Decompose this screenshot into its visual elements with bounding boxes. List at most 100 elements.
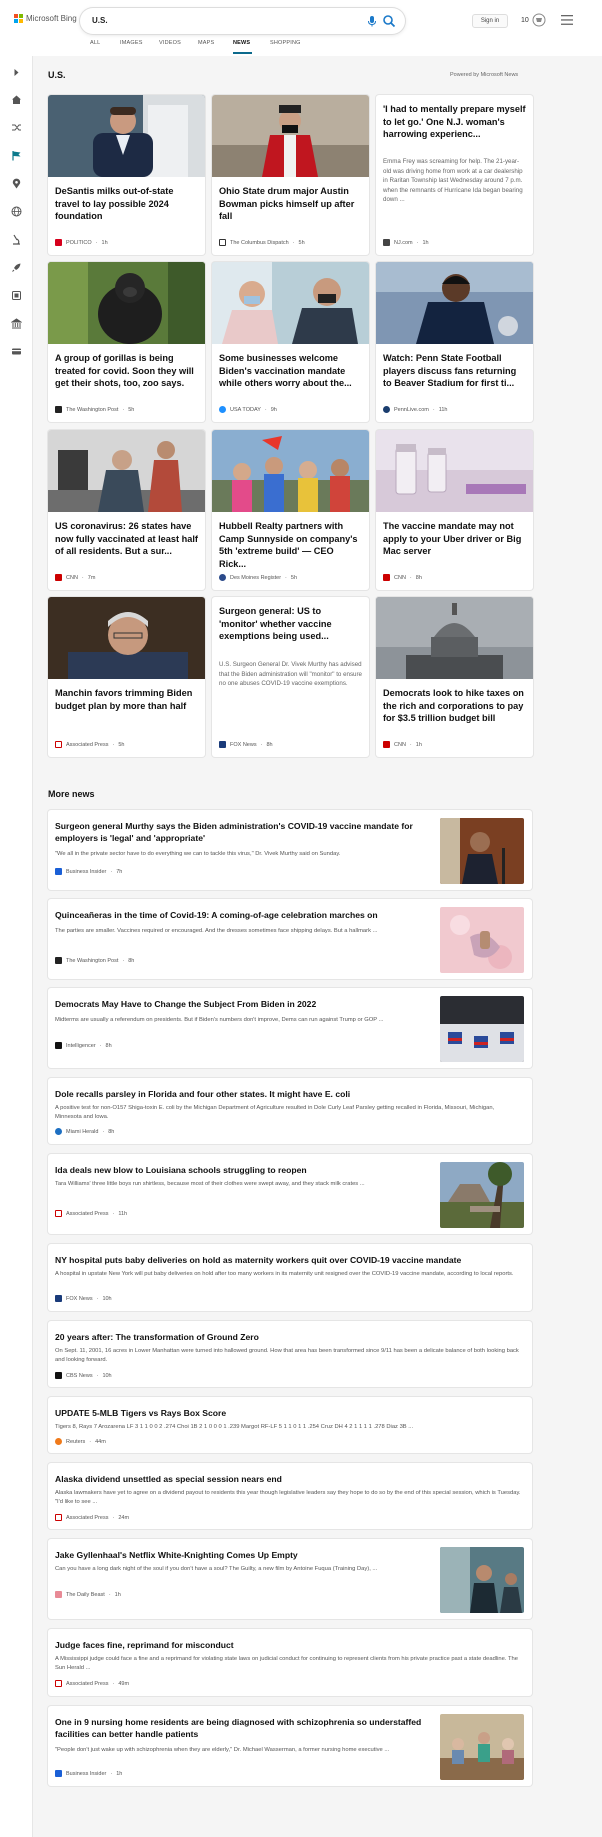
shuffle-icon[interactable] — [11, 122, 22, 133]
item-source[interactable]: Business Insider · 1h — [55, 1770, 122, 1777]
list-item[interactable]: Surgeon general Murthy says the Biden ad… — [48, 810, 532, 890]
news-card[interactable]: Watch: Penn State Football players discu… — [376, 262, 533, 422]
card-title[interactable]: Hubbell Realty partners with Camp Sunnys… — [219, 520, 362, 570]
list-item[interactable]: Democrats May Have to Change the Subject… — [48, 988, 532, 1068]
business-insider-favicon-icon — [55, 1770, 62, 1777]
card-source[interactable]: The Columbus Dispatch · 5h — [219, 239, 305, 246]
hamburger-menu-icon[interactable] — [561, 15, 573, 25]
location-icon[interactable] — [11, 178, 22, 189]
card-source[interactable]: Associated Press · 5h — [55, 741, 124, 748]
item-title[interactable]: Jake Gyllenhaal's Netflix White-Knightin… — [55, 1549, 425, 1561]
news-card[interactable]: Manchin favors trimming Biden budget pla… — [48, 597, 205, 757]
item-source[interactable]: Associated Press · 49m — [55, 1680, 129, 1687]
list-item[interactable]: UPDATE 5-MLB Tigers vs Rays Box Score Ti… — [48, 1397, 532, 1453]
item-title[interactable]: Democrats May Have to Change the Subject… — [55, 998, 425, 1010]
item-title[interactable]: 20 years after: The transformation of Gr… — [55, 1331, 515, 1343]
item-title[interactable]: UPDATE 5-MLB Tigers vs Rays Box Score — [55, 1407, 515, 1419]
rewards-icon[interactable] — [532, 13, 546, 27]
powered-by-label[interactable]: Powered by Microsoft News — [450, 72, 518, 78]
card-title[interactable]: US coronavirus: 26 states have now fully… — [55, 520, 198, 558]
rocket-icon[interactable] — [11, 262, 22, 273]
list-item[interactable]: Dole recalls parsley in Florida and four… — [48, 1078, 532, 1144]
list-item[interactable]: NY hospital puts baby deliveries on hold… — [48, 1244, 532, 1311]
item-source[interactable]: The Daily Beast · 1h — [55, 1591, 121, 1598]
card-source[interactable]: CNN · 8h — [383, 574, 422, 581]
item-source[interactable]: Associated Press · 11h — [55, 1210, 127, 1217]
tab-shopping[interactable]: SHOPPING — [270, 40, 310, 56]
list-item[interactable]: Jake Gyllenhaal's Netflix White-Knightin… — [48, 1539, 532, 1619]
chevron-right-icon[interactable] — [11, 67, 22, 78]
item-title[interactable]: Alaska dividend unsettled as special ses… — [55, 1473, 515, 1485]
card-source[interactable]: PennLive.com · 11h — [383, 406, 447, 413]
item-title[interactable]: Surgeon general Murthy says the Biden ad… — [55, 820, 425, 844]
globe-icon[interactable] — [11, 206, 22, 217]
tab-all[interactable]: ALL — [90, 40, 120, 56]
item-source[interactable]: Associated Press · 24m — [55, 1514, 129, 1521]
tab-maps[interactable]: MAPS — [198, 40, 233, 56]
list-item[interactable]: Ida deals new blow to Louisiana schools … — [48, 1154, 532, 1234]
list-item[interactable]: One in 9 nursing home residents are bein… — [48, 1706, 532, 1786]
news-card[interactable]: US coronavirus: 26 states have now fully… — [48, 430, 205, 590]
tab-images[interactable]: IMAGES — [120, 40, 159, 56]
news-card[interactable]: 'I had to mentally prepare myself to let… — [376, 95, 533, 255]
card-title[interactable]: Democrats look to hike taxes on the rich… — [383, 687, 526, 725]
card-title[interactable]: DeSantis milks out-of-state travel to la… — [55, 185, 198, 223]
card-title[interactable]: The vaccine mandate may not apply to you… — [383, 520, 526, 558]
card-source[interactable]: CNN · 1h — [383, 741, 422, 748]
item-title[interactable]: NY hospital puts baby deliveries on hold… — [55, 1254, 515, 1266]
microphone-icon[interactable] — [366, 15, 378, 27]
tab-news[interactable]: NEWS — [233, 40, 252, 56]
list-item[interactable]: Alaska dividend unsettled as special ses… — [48, 1463, 532, 1529]
item-title[interactable]: Quinceañeras in the time of Covid-19: A … — [55, 909, 425, 921]
news-card[interactable]: Hubbell Realty partners with Camp Sunnys… — [212, 430, 369, 590]
news-card[interactable]: A group of gorillas is being treated for… — [48, 262, 205, 422]
item-title[interactable]: Ida deals new blow to Louisiana schools … — [55, 1164, 425, 1176]
item-title[interactable]: One in 9 nursing home residents are bein… — [55, 1716, 425, 1740]
item-source[interactable]: Miami Herald · 8h — [55, 1128, 114, 1135]
rewards-count[interactable]: 10 — [521, 17, 529, 24]
card-source[interactable]: POLITICO · 1h — [55, 239, 108, 246]
card-title[interactable]: Some businesses welcome Biden's vaccinat… — [219, 352, 362, 390]
card-title[interactable]: Ohio State drum major Austin Bowman pick… — [219, 185, 362, 223]
tab-videos[interactable]: VIDEOS — [159, 40, 198, 56]
microscope-icon[interactable] — [11, 234, 22, 245]
home-icon[interactable] — [11, 94, 22, 105]
card-title[interactable]: Manchin favors trimming Biden budget pla… — [55, 687, 198, 712]
item-title[interactable]: Judge faces fine, reprimand for miscondu… — [55, 1639, 515, 1651]
flag-icon[interactable] — [11, 150, 22, 161]
film-icon[interactable] — [11, 290, 22, 301]
news-card[interactable]: Ohio State drum major Austin Bowman pick… — [212, 95, 369, 255]
bing-logo[interactable]: Microsoft Bing — [14, 14, 77, 23]
news-card[interactable]: Democrats look to hike taxes on the rich… — [376, 597, 533, 757]
card-title[interactable]: 'I had to mentally prepare myself to let… — [383, 103, 526, 141]
search-box[interactable]: U.S. — [80, 8, 405, 34]
list-item[interactable]: Judge faces fine, reprimand for miscondu… — [48, 1629, 532, 1696]
item-source[interactable]: Reuters · 44m — [55, 1438, 106, 1445]
list-item[interactable]: Quinceañeras in the time of Covid-19: A … — [48, 899, 532, 979]
bank-icon[interactable] — [11, 318, 22, 329]
card-source[interactable]: The Washington Post · 5h — [55, 406, 134, 413]
news-card[interactable]: Some businesses welcome Biden's vaccinat… — [212, 262, 369, 422]
card-title[interactable]: Surgeon general: US to 'monitor' whether… — [219, 605, 362, 643]
news-card[interactable]: The vaccine mandate may not apply to you… — [376, 430, 533, 590]
card-title[interactable]: A group of gorillas is being treated for… — [55, 352, 198, 390]
item-source[interactable]: The Washington Post · 8h — [55, 957, 134, 964]
item-source[interactable]: Intelligencer · 8h — [55, 1042, 112, 1049]
list-item[interactable]: 20 years after: The transformation of Gr… — [48, 1321, 532, 1387]
item-title[interactable]: Dole recalls parsley in Florida and four… — [55, 1088, 515, 1100]
card-source[interactable]: FOX News · 8h — [219, 741, 273, 748]
card-icon[interactable] — [11, 346, 22, 357]
item-source[interactable]: Business Insider · 7h — [55, 868, 122, 875]
card-source[interactable]: CNN · 7m — [55, 574, 95, 581]
card-title[interactable]: Watch: Penn State Football players discu… — [383, 352, 526, 390]
card-source[interactable]: NJ.com · 1h — [383, 239, 429, 246]
item-source[interactable]: FOX News · 10h — [55, 1295, 112, 1302]
search-icon[interactable] — [382, 14, 396, 28]
item-source[interactable]: CBS News · 10h — [55, 1372, 112, 1379]
news-card[interactable]: Surgeon general: US to 'monitor' whether… — [212, 597, 369, 757]
card-source[interactable]: USA TODAY · 9h — [219, 406, 277, 413]
news-card[interactable]: DeSantis milks out-of-state travel to la… — [48, 95, 205, 255]
sign-in-button[interactable]: Sign in — [472, 14, 508, 28]
search-input[interactable]: U.S. — [92, 16, 108, 25]
card-source[interactable]: Des Moines Register · 5h — [219, 574, 297, 581]
